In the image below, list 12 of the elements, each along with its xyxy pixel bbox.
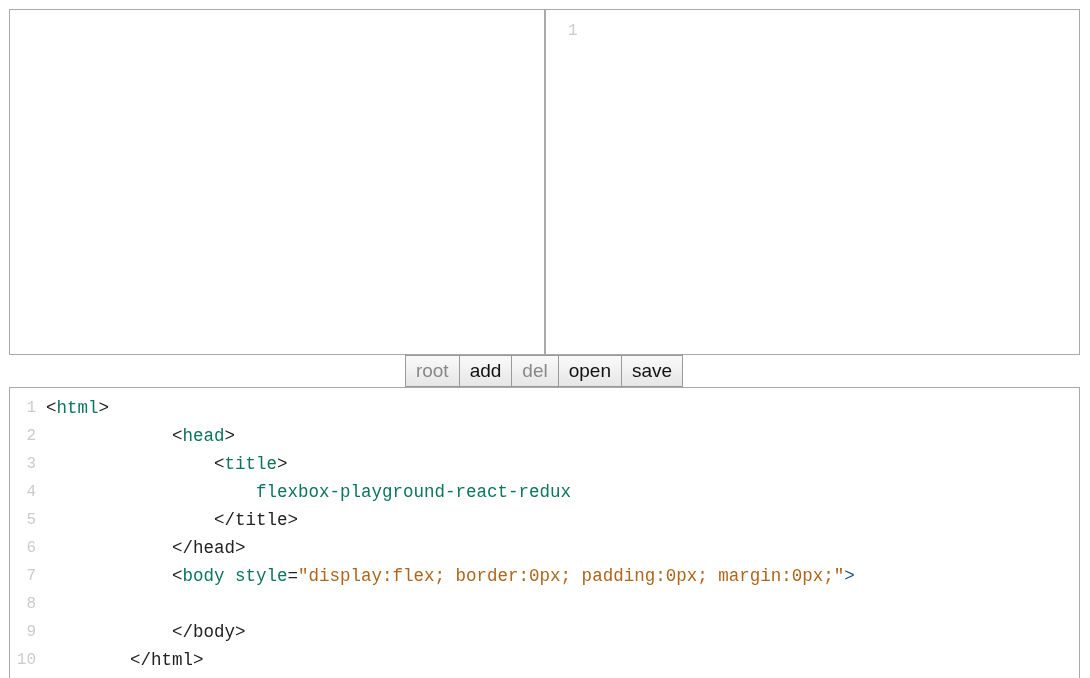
code-line: <title> — [213, 452, 288, 476]
code-line: <html> — [46, 396, 110, 420]
code-line: <head> — [171, 424, 236, 448]
code-line: <body style="display:flex; border:0px; padding:0px; margin:0px;"> — [171, 564, 855, 588]
toolbar-button[interactable]: save — [620, 355, 684, 387]
toolbar-button[interactable]: open — [557, 355, 622, 387]
code-line: </title> — [213, 508, 299, 532]
toolbar-button[interactable]: add — [458, 355, 513, 387]
code-line: flexbox-playground-react-redux — [255, 480, 572, 504]
code-line: </body> — [171, 620, 246, 644]
code-line: </head> — [171, 536, 246, 560]
code-line: </html> — [129, 648, 204, 672]
